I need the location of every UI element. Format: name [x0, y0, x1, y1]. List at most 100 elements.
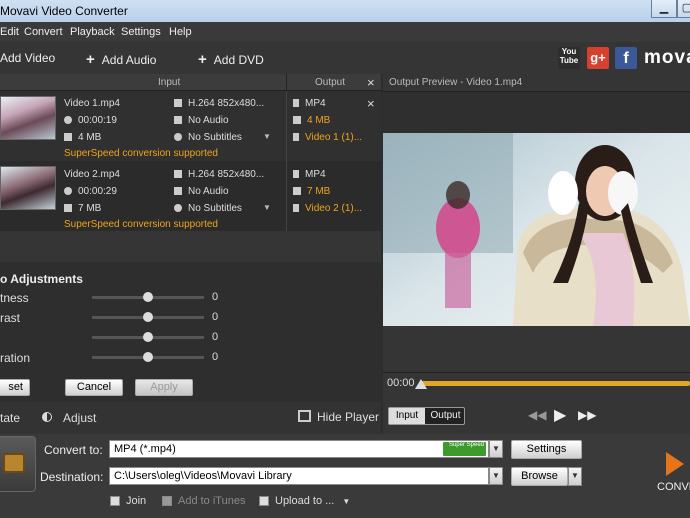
video-codec[interactable]: H.264 852x480...	[174, 98, 264, 109]
document-icon	[64, 133, 72, 142]
subtitles-value: No Subtitles	[188, 203, 242, 214]
slider-knob[interactable]	[143, 292, 153, 302]
seek-handle[interactable]	[415, 379, 427, 389]
menu-help[interactable]: Help	[169, 26, 192, 38]
maximize-button[interactable]: ▢	[677, 0, 690, 18]
output-column-header: Output	[315, 77, 346, 88]
destination-field[interactable]: C:\Users\oleg\Videos\Movavi Library	[109, 467, 489, 485]
rotate-button[interactable]: tate	[0, 411, 20, 425]
chevron-down-icon[interactable]: ▼	[342, 497, 350, 506]
adjust-button[interactable]: Adjust	[63, 411, 96, 425]
clock-icon	[64, 116, 72, 125]
convert-button[interactable]: CONVE	[650, 448, 690, 498]
audio-track[interactable]: No Audio	[174, 115, 229, 126]
tab-output[interactable]: Output	[426, 408, 465, 424]
saturation-label: ration	[0, 351, 31, 365]
reset-button[interactable]: set	[0, 379, 30, 396]
pencil-icon	[293, 204, 299, 213]
document-icon	[64, 204, 72, 213]
plus-icon: +	[86, 51, 95, 68]
cancel-button[interactable]: Cancel	[65, 379, 123, 396]
input-column-header: Input	[158, 77, 181, 88]
add-video-button[interactable]: Add Video	[0, 51, 55, 65]
add-dvd-label: Add DVD	[213, 53, 264, 67]
format-icon[interactable]	[0, 436, 36, 492]
contrast-circle-icon	[42, 412, 52, 422]
facebook-label: f	[623, 50, 629, 67]
file-item[interactable]: Video 1.mp4 00:00:19 4 MB H.264 852x480.…	[0, 91, 381, 161]
minimize-button[interactable]: ▁	[651, 0, 677, 18]
play-icon[interactable]: ▶	[554, 405, 566, 425]
upload-checkbox[interactable]	[259, 496, 269, 507]
output-name[interactable]: Video 2 (1)...	[293, 203, 362, 214]
brand-label: movavi	[644, 47, 690, 68]
output-name[interactable]: Video 1 (1)...	[293, 132, 362, 143]
convert-label: CONVE	[657, 481, 690, 493]
menu-settings[interactable]: Settings	[121, 26, 161, 38]
file-item[interactable]: Video 2.mp4 00:00:29 7 MB H.264 852x480.…	[0, 161, 381, 231]
hue-slider[interactable]	[92, 332, 204, 342]
tools-row: tate Adjust Hide Player	[0, 402, 381, 434]
adjustments-panel: o Adjustments tness rast ration 0 0 0 0 …	[0, 262, 381, 402]
out-size-value: 4 MB	[307, 115, 331, 126]
youtube-icon[interactable]: You Tube	[558, 47, 580, 69]
add-audio-button[interactable]: + Add Audio	[86, 51, 156, 68]
join-checkbox[interactable]	[110, 496, 120, 507]
tab-input[interactable]: Input	[389, 408, 425, 424]
menu-edit[interactable]: Edit	[0, 26, 19, 38]
audio-track[interactable]: No Audio	[174, 186, 229, 197]
format-dropdown-arrow[interactable]: ▼	[489, 440, 503, 458]
film-icon	[174, 170, 182, 179]
brightness-slider[interactable]	[92, 292, 204, 302]
facebook-icon[interactable]: f	[615, 47, 637, 69]
subtitle-select[interactable]: No Subtitles	[174, 203, 242, 214]
output-divider	[286, 91, 287, 161]
video-codec[interactable]: H.264 852x480...	[174, 169, 264, 180]
saturation-slider[interactable]	[92, 352, 204, 362]
fast-forward-icon[interactable]: ▶▶	[578, 408, 596, 422]
convert-arrow-icon	[666, 452, 684, 476]
itunes-option: Add to iTunes	[162, 495, 245, 507]
chevron-down-icon[interactable]: ▼	[263, 132, 271, 141]
slider-knob[interactable]	[143, 332, 153, 342]
browse-dropdown-arrow[interactable]: ▼	[568, 467, 582, 486]
browse-button[interactable]: Browse	[511, 467, 568, 486]
preview-panel: Output Preview - Video 1.mp4 00:00 Input…	[383, 74, 690, 434]
destination-dropdown-arrow[interactable]: ▼	[489, 467, 503, 485]
contrast-slider[interactable]	[92, 312, 204, 322]
hide-player-button[interactable]: Hide Player	[317, 410, 379, 424]
out-name-value: Video 2 (1)...	[305, 203, 363, 214]
add-audio-label: Add Audio	[101, 53, 157, 67]
time-label: 00:00	[387, 377, 415, 389]
plus-icon: +	[198, 51, 207, 68]
rewind-icon[interactable]: ◀◀	[528, 408, 546, 422]
video-thumbnail	[0, 166, 56, 210]
destination-value: C:\Users\oleg\Videos\Movavi Library	[114, 470, 292, 482]
add-dvd-button[interactable]: + Add DVD	[198, 51, 264, 68]
size-value: 7 MB	[78, 203, 102, 214]
format-select[interactable]: MP4 (*.mp4)	[109, 440, 489, 458]
gplus-label: g+	[590, 50, 606, 65]
menu-playback[interactable]: Playback	[70, 26, 115, 38]
upload-option[interactable]: Upload to ... ▼	[259, 495, 350, 507]
output-format: MP4	[293, 169, 326, 180]
slider-knob[interactable]	[143, 352, 153, 362]
chevron-down-icon[interactable]: ▼	[263, 203, 271, 212]
add-video-label: Add Video	[0, 51, 56, 65]
seek-bar[interactable]	[415, 379, 690, 389]
slider-knob[interactable]	[143, 312, 153, 322]
clear-list-button[interactable]: ×	[367, 75, 375, 90]
join-option[interactable]: Join	[110, 495, 146, 507]
hue-value: 0	[212, 331, 219, 343]
column-divider	[286, 74, 287, 91]
remove-file-button[interactable]: ×	[367, 96, 375, 111]
settings-button[interactable]: Settings	[511, 440, 582, 459]
menu-convert[interactable]: Convert	[24, 26, 63, 38]
output-divider	[286, 161, 287, 231]
codec-value: H.264 852x480...	[188, 98, 265, 109]
file-name: Video 2.mp4	[64, 169, 120, 180]
pencil-icon	[293, 133, 299, 142]
subtitle-select[interactable]: No Subtitles	[174, 132, 242, 143]
googleplus-icon[interactable]: g+	[587, 47, 609, 69]
speaker-icon	[174, 187, 182, 196]
